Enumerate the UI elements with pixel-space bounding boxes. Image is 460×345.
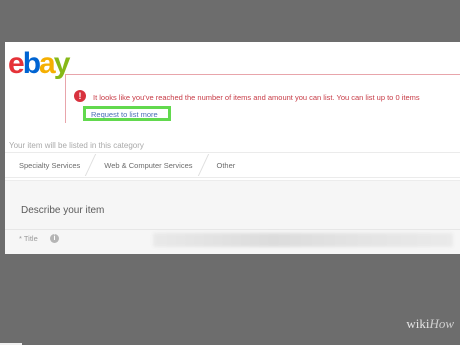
watermark-wiki: wiki (406, 316, 430, 331)
ebay-logo[interactable]: ebay (8, 44, 70, 84)
info-icon[interactable]: i (50, 234, 59, 243)
watermark-how: How (429, 316, 454, 331)
category-heading: Your item will be listed in this categor… (9, 141, 144, 150)
section-title: Describe your item (21, 205, 105, 216)
title-input[interactable] (153, 233, 453, 247)
alert-icon: ! (74, 90, 86, 102)
logo-letter: a (39, 47, 56, 80)
breadcrumb-item[interactable]: Other (203, 161, 246, 170)
request-list-more-link[interactable]: Request to list more (91, 110, 158, 119)
link-highlight: Request to list more (83, 106, 171, 121)
breadcrumb-item[interactable]: Specialty Services (5, 161, 90, 170)
ebay-page-screenshot: ebay ! It looks like you've reached the … (5, 42, 460, 254)
logo-letter: e (8, 47, 25, 80)
category-breadcrumb: Specialty Services Web & Computer Servic… (5, 152, 460, 178)
title-label: * Title (19, 234, 38, 243)
limit-alert: ! It looks like you've reached the numbe… (65, 74, 460, 123)
wikihow-watermark: wikiHow (406, 316, 454, 332)
logo-letter: b (22, 47, 41, 80)
divider (5, 229, 460, 230)
alert-message: It looks like you've reached the number … (93, 93, 420, 102)
breadcrumb-item[interactable]: Web & Computer Services (90, 161, 202, 170)
describe-item-section: Describe your item * Title i (5, 180, 460, 254)
